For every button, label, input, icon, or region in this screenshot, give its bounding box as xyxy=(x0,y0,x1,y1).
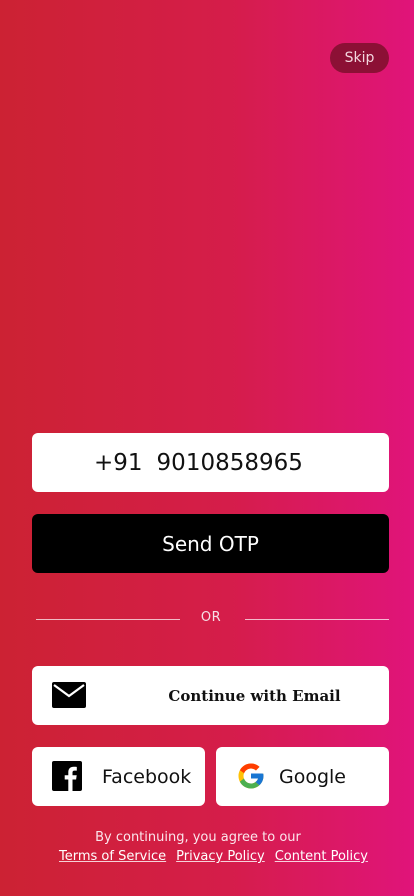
facebook-label: Facebook xyxy=(102,766,192,788)
facebook-button[interactable]: Facebook xyxy=(32,747,205,806)
terms-agreement-text: By continuing, you agree to our xyxy=(95,830,301,845)
phone-number-value: 9010858965 xyxy=(156,449,303,476)
google-label: Google xyxy=(279,766,347,788)
content-policy-link[interactable]: Content Policy xyxy=(275,849,368,864)
divider-right xyxy=(245,619,389,620)
send-otp-button[interactable]: Send OTP xyxy=(32,514,389,573)
google-icon xyxy=(236,761,266,795)
mail-icon xyxy=(52,682,86,712)
terms-of-service-link[interactable]: Terms of Service xyxy=(59,849,166,864)
or-divider-text: OR xyxy=(200,610,222,625)
continue-with-email-button[interactable]: Continue with Email xyxy=(32,666,389,725)
divider-left xyxy=(36,619,180,620)
facebook-icon xyxy=(52,761,82,795)
google-button[interactable]: Google xyxy=(216,747,389,806)
privacy-policy-link[interactable]: Privacy Policy xyxy=(176,849,265,864)
policy-links: Terms of Service Privacy Policy Content … xyxy=(59,849,368,864)
phone-input[interactable]: +91 9010858965 xyxy=(32,433,389,492)
email-button-label: Continue with Email xyxy=(168,686,341,705)
login-screen: Skip +91 9010858965 Send OTP OR Continue… xyxy=(0,0,414,896)
country-code[interactable]: +91 xyxy=(94,450,143,476)
skip-button[interactable]: Skip xyxy=(330,43,389,73)
